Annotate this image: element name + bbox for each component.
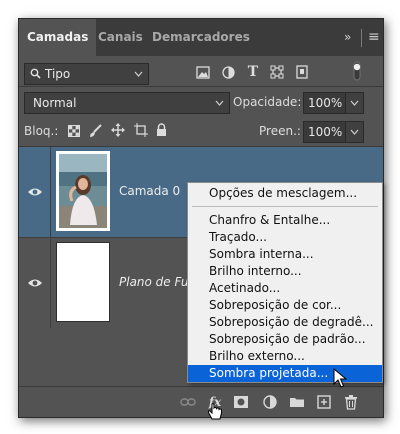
lock-position-icon[interactable] [111, 123, 125, 137]
tab-canais[interactable]: Canais [98, 19, 143, 56]
tab-demarcadores[interactable]: Demarcadores [152, 19, 250, 56]
menu-item-bevel-emboss[interactable]: Chanfro & Entalhe... [188, 212, 382, 229]
chevron-down-icon [350, 100, 359, 106]
blend-mode-value: Normal [33, 96, 77, 110]
chevron-down-icon [350, 129, 359, 135]
filter-kind-dropdown[interactable]: Tipo [24, 63, 149, 85]
layer-thumbnail-white [56, 242, 110, 322]
lock-all-icon[interactable] [156, 123, 167, 137]
tab-separator [361, 29, 362, 47]
menu-item-satin[interactable]: Acetinado... [188, 280, 382, 297]
fill-input[interactable]: 100% [303, 121, 347, 143]
opacity-value: 100% [308, 96, 343, 110]
new-layer-icon[interactable] [316, 394, 332, 410]
layer-name[interactable]: Camada 0 [119, 184, 180, 198]
lock-image-pixels-icon[interactable] [89, 124, 102, 138]
adjustment-filter-icon[interactable] [222, 66, 235, 79]
image-filter-icon[interactable] [196, 66, 210, 79]
eye-column-separator [50, 238, 51, 328]
trash-icon[interactable] [343, 394, 359, 410]
chevron-down-icon [215, 100, 224, 106]
fill-label: Preen.: [259, 124, 301, 138]
lock-label: Bloq.: [24, 124, 59, 138]
fill-value: 100% [308, 125, 343, 139]
search-icon [30, 68, 41, 79]
tab-camadas[interactable]: Camadas [19, 19, 97, 56]
menu-item-outer-glow[interactable]: Brilho externo... [188, 348, 382, 365]
menu-separator [192, 206, 378, 207]
lock-artboard-icon[interactable] [134, 123, 148, 137]
menu-item-blending-options[interactable]: Opções de mesclagem... [188, 185, 382, 202]
visibility-eye-icon[interactable] [27, 186, 43, 198]
menu-item-stroke[interactable]: Traçado... [188, 229, 382, 246]
menu-item-gradient-overlay[interactable]: Sobreposição de degradê... [188, 314, 382, 331]
tab-bar: Camadas Canais Demarcadores » ≡ [19, 19, 383, 56]
mask-icon[interactable] [233, 394, 249, 410]
arrow-cursor-icon [333, 368, 347, 388]
divider [19, 86, 383, 87]
menu-item-pattern-overlay[interactable]: Sobreposição de padrão... [188, 331, 382, 348]
visibility-eye-icon[interactable] [27, 277, 43, 289]
filter-kind-label: Tipo [45, 67, 71, 81]
menu-item-inner-glow[interactable]: Brilho interno... [188, 263, 382, 280]
opacity-input[interactable]: 100% [303, 92, 347, 114]
smart-object-filter-icon[interactable] [295, 65, 309, 79]
collapse-panels-icon[interactable]: » [344, 19, 351, 56]
lock-transparent-pixels-icon[interactable] [68, 125, 80, 137]
blend-mode-dropdown[interactable]: Normal [24, 92, 230, 114]
chevron-down-icon [134, 71, 143, 77]
layers-bottom-bar: fx [19, 386, 383, 417]
adjustment-icon[interactable] [262, 394, 278, 410]
opacity-dropdown-button[interactable] [345, 92, 364, 114]
menu-item-color-overlay[interactable]: Sobreposição de cor... [188, 297, 382, 314]
opacity-label: Opacidade: [233, 95, 302, 109]
shape-filter-icon[interactable] [270, 65, 284, 79]
eye-column-separator [50, 147, 51, 237]
type-filter-icon[interactable]: T [246, 64, 260, 80]
layer-style-context-menu: Opções de mesclagem... Chanfro & Entalhe… [187, 182, 383, 383]
filter-toggle-icon[interactable] [352, 61, 362, 81]
link-icon[interactable] [180, 394, 196, 410]
hand-cursor-icon [207, 403, 222, 420]
fill-dropdown-button[interactable] [345, 121, 364, 143]
folder-icon[interactable] [289, 394, 305, 410]
menu-item-drop-shadow[interactable]: Sombra projetada... [188, 365, 382, 382]
panel-menu-icon[interactable]: ≡ [368, 19, 380, 56]
layer-thumbnail-photo [56, 151, 110, 231]
menu-item-inner-shadow[interactable]: Sombra interna... [188, 246, 382, 263]
